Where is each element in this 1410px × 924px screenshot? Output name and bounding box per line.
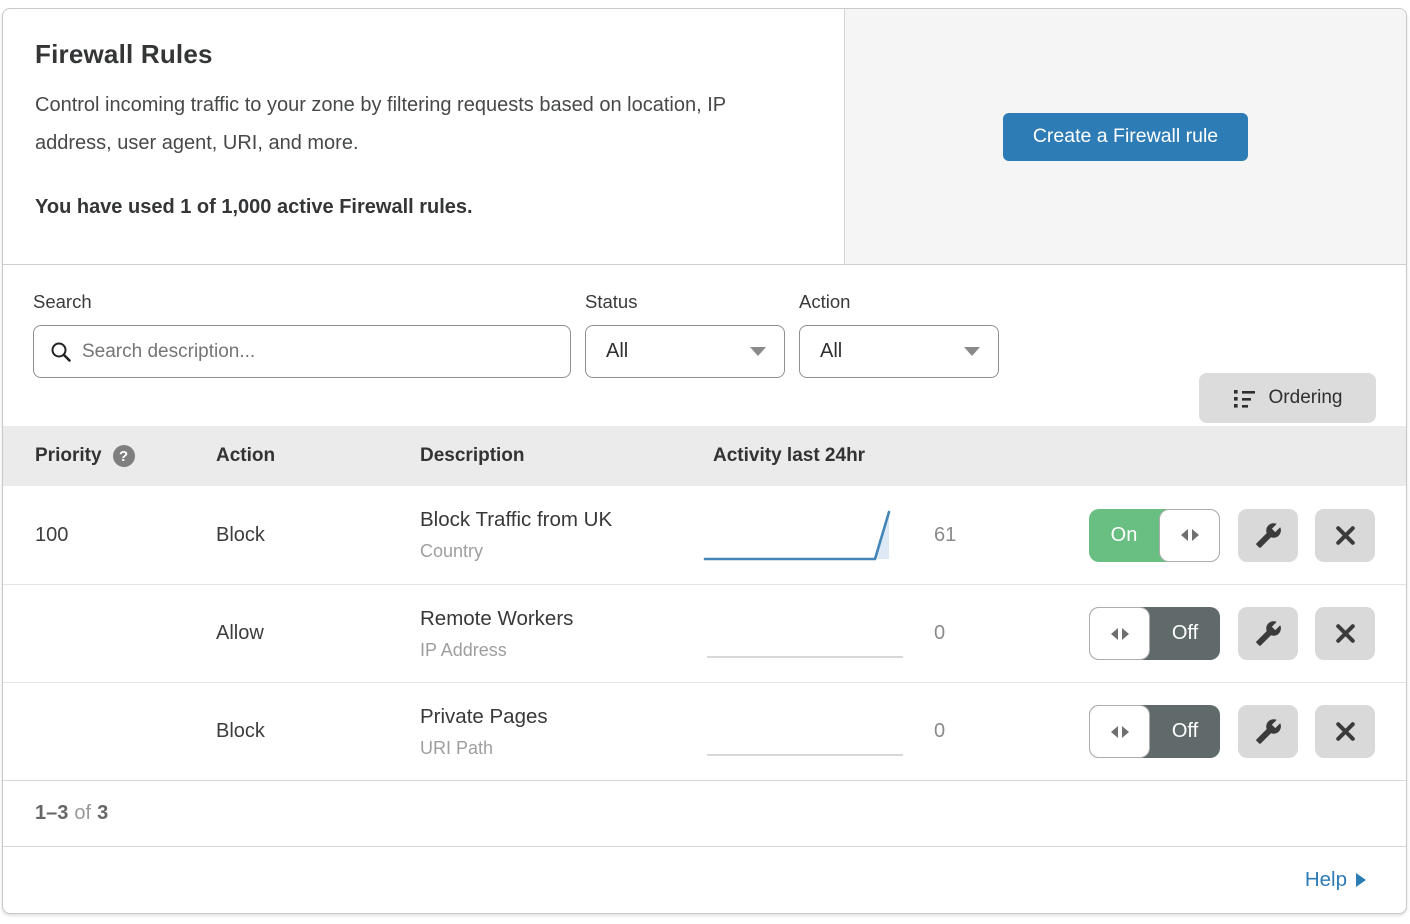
- close-icon: [1333, 719, 1358, 744]
- status-select[interactable]: All: [585, 325, 785, 378]
- page: Firewall Rules Control incoming traffic …: [0, 0, 1410, 924]
- rule-description: Remote Workers: [420, 607, 703, 631]
- arrow-right-icon: [1192, 529, 1199, 541]
- arrow-left-icon: [1111, 628, 1118, 640]
- filter-bar: Search Status All Action: [3, 265, 1406, 426]
- pagination: 1–3 of 3: [3, 780, 1406, 846]
- activity-sparkline: [703, 508, 906, 563]
- action-label: Action: [799, 291, 999, 313]
- rule-action: Allow: [216, 622, 420, 645]
- toggle-handle: [1089, 705, 1150, 758]
- rule-controls: Off: [1083, 705, 1375, 758]
- toggle-handle: [1159, 509, 1220, 562]
- status-group: Status All: [585, 291, 785, 426]
- ordering-label: Ordering: [1269, 387, 1343, 409]
- header-text-panel: Firewall Rules Control incoming traffic …: [3, 9, 845, 264]
- page-title: Firewall Rules: [35, 39, 804, 70]
- rule-description: Block Traffic from UK: [420, 508, 703, 532]
- column-priority: Priority ?: [35, 445, 216, 467]
- create-firewall-rule-button[interactable]: Create a Firewall rule: [1003, 113, 1248, 161]
- rule-activity-cell: 0: [703, 704, 1083, 759]
- ordering-button[interactable]: Ordering: [1199, 373, 1376, 423]
- arrow-right-icon: [1356, 873, 1366, 887]
- rule-action: Block: [216, 720, 420, 743]
- rule-enabled-toggle[interactable]: Off: [1089, 705, 1220, 758]
- edit-rule-button[interactable]: [1238, 509, 1298, 562]
- toggle-state-label: Off: [1150, 705, 1220, 758]
- delete-rule-button[interactable]: [1315, 705, 1375, 758]
- activity-sparkline: [703, 606, 906, 661]
- table-row: Block Private Pages URI Path 0 Off: [3, 682, 1406, 780]
- table-header: Priority ? Action Description Activity l…: [3, 426, 1406, 486]
- footer: Help: [3, 846, 1406, 913]
- pagination-of: of: [74, 802, 91, 825]
- rule-type: Country: [420, 541, 703, 562]
- pagination-total: 3: [97, 802, 108, 825]
- close-icon: [1333, 523, 1358, 548]
- activity-count: 0: [934, 622, 945, 645]
- action-value: All: [820, 340, 964, 363]
- rule-description-cell: Private Pages URI Path: [420, 705, 703, 759]
- table-row: 100 Block Block Traffic from UK Country …: [3, 486, 1406, 584]
- toggle-state-label: On: [1089, 509, 1159, 562]
- action-select[interactable]: All: [799, 325, 999, 378]
- help-label: Help: [1305, 868, 1347, 892]
- arrow-left-icon: [1111, 726, 1118, 738]
- search-label: Search: [33, 291, 571, 313]
- page-description: Control incoming traffic to your zone by…: [35, 86, 804, 162]
- header-action-panel: Create a Firewall rule: [845, 9, 1406, 264]
- activity-sparkline: [703, 704, 906, 759]
- edit-rule-button[interactable]: [1238, 607, 1298, 660]
- close-icon: [1333, 621, 1358, 646]
- wrench-icon: [1255, 718, 1282, 745]
- pagination-range: 1–3: [35, 802, 68, 825]
- status-label: Status: [585, 291, 785, 313]
- rule-activity-cell: 61: [703, 508, 1083, 563]
- arrow-left-icon: [1181, 529, 1188, 541]
- arrow-right-icon: [1122, 726, 1129, 738]
- table-row: Allow Remote Workers IP Address 0 Off: [3, 584, 1406, 682]
- rule-action: Block: [216, 524, 420, 547]
- activity-count: 61: [934, 524, 956, 547]
- rule-description-cell: Block Traffic from UK Country: [420, 508, 703, 562]
- chevron-down-icon: [750, 347, 766, 356]
- rule-type: IP Address: [420, 640, 703, 661]
- rule-priority: 100: [35, 524, 216, 547]
- rule-controls: Off: [1083, 607, 1375, 660]
- firewall-rules-card: Firewall Rules Control incoming traffic …: [2, 8, 1407, 914]
- delete-rule-button[interactable]: [1315, 607, 1375, 660]
- column-description: Description: [420, 445, 703, 467]
- rule-type: URI Path: [420, 738, 703, 759]
- usage-note: You have used 1 of 1,000 active Firewall…: [35, 196, 804, 219]
- search-box: [33, 325, 571, 378]
- status-value: All: [606, 340, 750, 363]
- rule-enabled-toggle[interactable]: On: [1089, 509, 1220, 562]
- question-mark-icon[interactable]: ?: [113, 445, 135, 467]
- toggle-handle: [1089, 607, 1150, 660]
- delete-rule-button[interactable]: [1315, 509, 1375, 562]
- rule-controls: On: [1083, 509, 1375, 562]
- help-link[interactable]: Help: [1305, 868, 1366, 892]
- search-input[interactable]: [82, 341, 556, 363]
- toggle-state-label: Off: [1150, 607, 1220, 660]
- rule-enabled-toggle[interactable]: Off: [1089, 607, 1220, 660]
- search-group: Search: [33, 291, 571, 426]
- arrow-right-icon: [1122, 628, 1129, 640]
- column-activity: Activity last 24hr: [703, 445, 1083, 467]
- header-section: Firewall Rules Control incoming traffic …: [3, 9, 1406, 265]
- edit-rule-button[interactable]: [1238, 705, 1298, 758]
- table-body: 100 Block Block Traffic from UK Country …: [3, 486, 1406, 780]
- search-icon: [50, 341, 72, 363]
- column-action: Action: [216, 445, 420, 467]
- wrench-icon: [1255, 522, 1282, 549]
- rule-description-cell: Remote Workers IP Address: [420, 607, 703, 661]
- wrench-icon: [1255, 620, 1282, 647]
- activity-count: 0: [934, 720, 945, 743]
- action-group: Action All: [799, 291, 999, 426]
- list-icon: [1233, 387, 1256, 409]
- chevron-down-icon: [964, 347, 980, 356]
- rule-activity-cell: 0: [703, 606, 1083, 661]
- rule-description: Private Pages: [420, 705, 703, 729]
